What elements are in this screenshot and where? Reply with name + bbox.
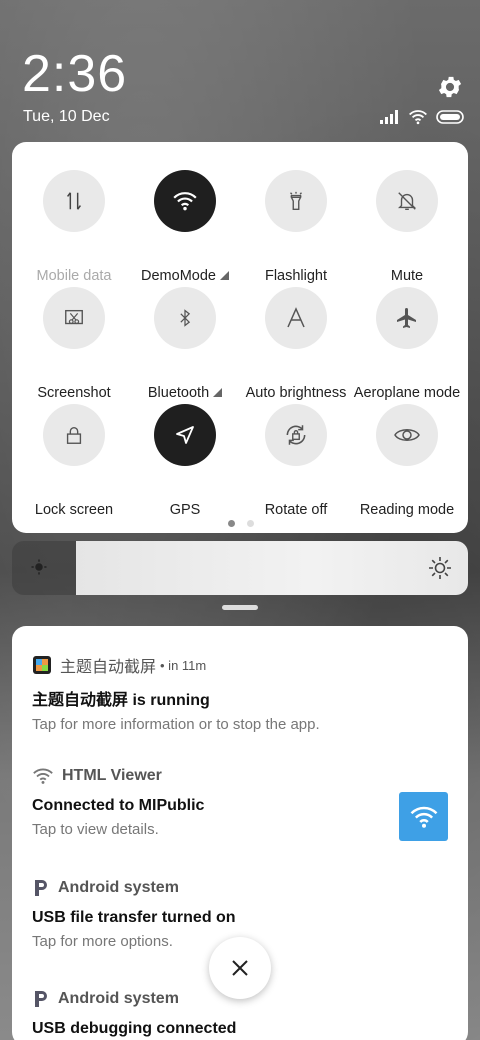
gear-icon[interactable] xyxy=(436,73,464,101)
android-system-icon xyxy=(35,991,47,1007)
lock-icon xyxy=(43,404,105,466)
brightness-slider[interactable] xyxy=(12,541,468,595)
notification-app-name: Android system xyxy=(58,879,179,896)
battery-icon xyxy=(436,110,464,124)
quick-settings-panel: Mobile data DemoMode Flashlight Mute Scr… xyxy=(12,142,468,533)
page-indicator xyxy=(228,520,254,527)
tile-bluetooth[interactable]: Bluetooth xyxy=(129,287,240,401)
notification-title: USB file transfer turned on xyxy=(32,909,236,926)
notification-app-name: 主题自动截屏 xyxy=(60,659,157,676)
location-icon xyxy=(154,404,216,466)
notification-title: 主题自动截屏 is running xyxy=(32,692,210,709)
tile-mute[interactable]: Mute xyxy=(351,170,462,284)
brightness-low-icon xyxy=(31,559,47,575)
page-dot-active xyxy=(228,520,235,527)
notification-header: HTML Viewer xyxy=(32,765,452,787)
expand-indicator-icon xyxy=(213,388,223,397)
tile-lock-screen[interactable]: Lock screen xyxy=(18,404,129,518)
tile-label-text: Bluetooth xyxy=(147,385,210,401)
tile-label-text: DemoMode xyxy=(141,268,216,284)
clear-notifications-button[interactable] xyxy=(209,937,271,999)
mobile-data-icon xyxy=(43,170,105,232)
airplane-icon xyxy=(376,287,438,349)
brightness-high-icon xyxy=(429,557,451,579)
notification-app-name: HTML Viewer xyxy=(62,767,162,784)
notification-title: USB debugging connected xyxy=(32,1020,237,1037)
app-screenshot-icon xyxy=(33,656,51,674)
flashlight-icon xyxy=(265,170,327,232)
tile-reading-mode[interactable]: Reading mode xyxy=(351,404,462,518)
notification-header: 主题自动截屏 • in 11m xyxy=(32,654,452,676)
bell-off-icon xyxy=(376,170,438,232)
tile-mobile-data[interactable]: Mobile data xyxy=(18,170,129,284)
tile-demomode[interactable]: DemoMode xyxy=(129,170,240,284)
tile-label: Reading mode xyxy=(359,502,455,518)
status-icons xyxy=(380,108,466,126)
tile-gps[interactable]: GPS xyxy=(129,404,240,518)
bluetooth-icon xyxy=(154,287,216,349)
brightness-fill xyxy=(76,541,468,595)
notification-title: Connected to MIPublic xyxy=(32,797,205,814)
rotate-lock-icon xyxy=(265,404,327,466)
status-header: 2:36 Tue, 10 Dec xyxy=(0,0,480,140)
screenshot-icon xyxy=(43,287,105,349)
notification-time: • in 11m xyxy=(160,657,207,673)
notification-header: Android system xyxy=(32,877,452,899)
close-icon xyxy=(232,960,248,976)
tile-label: Mute xyxy=(390,268,424,284)
wifi-settings-icon xyxy=(33,768,53,784)
wifi-icon xyxy=(154,170,216,232)
tile-aeroplane[interactable]: Aeroplane mode xyxy=(351,287,462,401)
notification-text: Tap for more information or to stop the … xyxy=(32,716,320,733)
drag-handle[interactable] xyxy=(222,605,258,610)
tile-screenshot[interactable]: Screenshot xyxy=(18,287,129,401)
auto-brightness-icon xyxy=(265,287,327,349)
signal-icon xyxy=(380,110,398,124)
android-system-icon xyxy=(35,880,47,896)
wifi-icon xyxy=(399,792,448,841)
notification-text: Tap to view details. xyxy=(32,821,159,838)
tile-flashlight[interactable]: Flashlight xyxy=(240,170,351,284)
tile-rotate[interactable]: Rotate off xyxy=(240,404,351,518)
date[interactable]: Tue, 10 Dec xyxy=(23,108,110,126)
notification-item[interactable]: 主题自动截屏 • in 11m 主题自动截屏 is running Tap fo… xyxy=(32,654,452,733)
clock[interactable]: 2:36 xyxy=(22,46,127,102)
eye-icon xyxy=(376,404,438,466)
tile-auto-brightness[interactable]: Auto brightness xyxy=(240,287,351,401)
notification-app-name: Android system xyxy=(58,990,179,1007)
notification-item[interactable]: HTML Viewer Connected to MIPublic Tap to… xyxy=(32,765,452,838)
tile-label: Aeroplane mode xyxy=(353,385,461,401)
page-dot xyxy=(247,520,254,527)
wifi-icon xyxy=(409,110,427,125)
